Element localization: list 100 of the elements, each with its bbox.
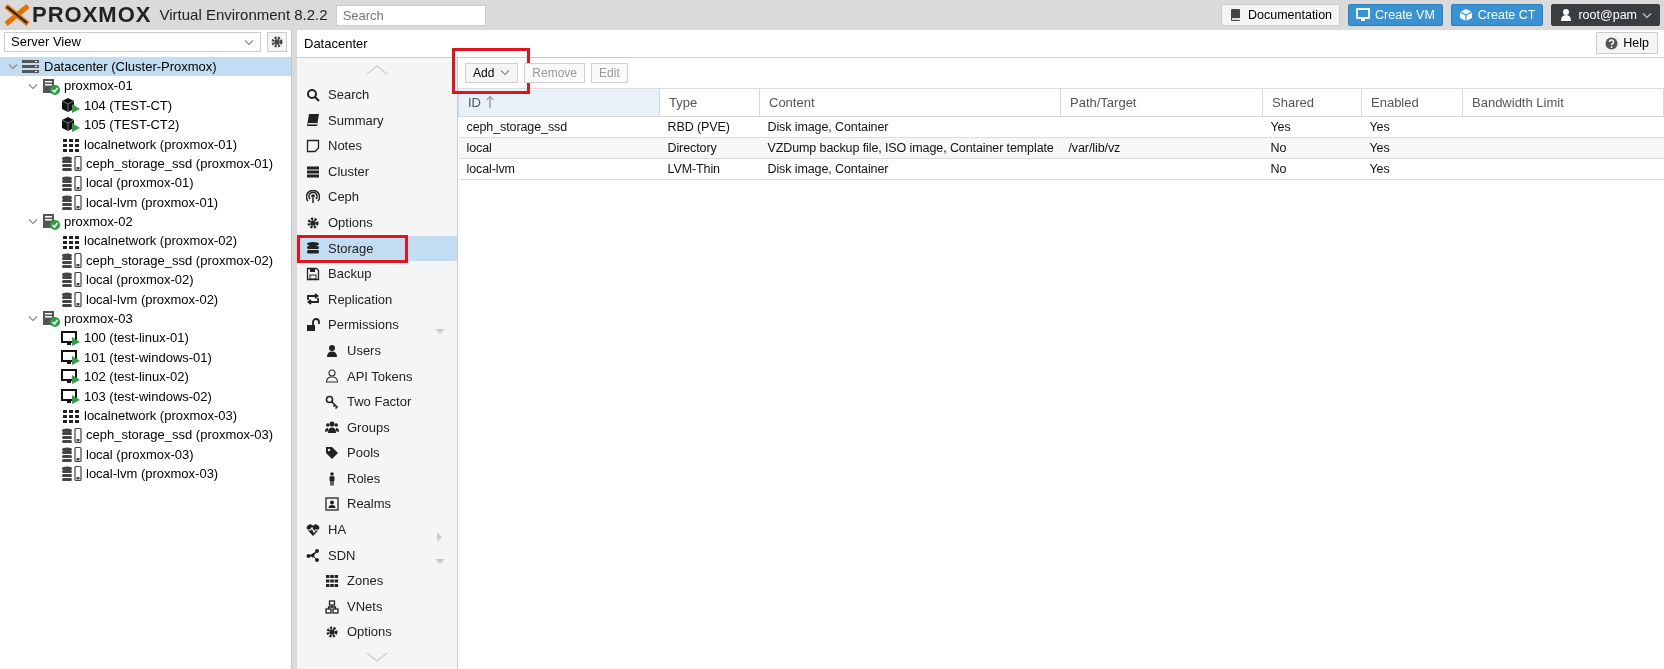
cube-play-icon (61, 96, 81, 114)
users-icon (325, 420, 339, 435)
tree-item[interactable]: localnetwork (proxmox-01) (0, 134, 291, 154)
caret-icon (28, 315, 38, 323)
monitor-icon (1356, 8, 1371, 22)
nav-item[interactable]: Zones (297, 568, 457, 594)
gear-icon (325, 625, 339, 640)
tree-item[interactable]: 103 (test-windows-02) (0, 386, 291, 407)
database-drive-icon (61, 446, 83, 463)
tree-item[interactable]: proxmox-03 (0, 309, 291, 329)
monitor-play-icon (61, 387, 81, 405)
table-cell: Yes (1369, 162, 1390, 177)
search-icon (306, 87, 320, 102)
product-name: Virtual Environment 8.2.2 (159, 4, 328, 25)
search-field[interactable]: Search (335, 4, 486, 26)
nodes-icon (306, 548, 320, 563)
logo-text: PROXMOX (32, 4, 152, 26)
nav-item[interactable]: Cluster (297, 158, 457, 185)
nav-item[interactable]: Roles (297, 465, 457, 492)
nav-item[interactable]: HA (297, 517, 457, 543)
nav-item[interactable]: Realms (297, 491, 457, 518)
tree-item[interactable]: local (proxmox-01) (0, 173, 291, 193)
tree-item[interactable]: Datacenter (Cluster-Proxmox) (0, 57, 291, 77)
server-rack-icon (21, 58, 41, 76)
nav-item[interactable]: Backup (297, 261, 457, 287)
table-cell: Disk image, Container (767, 120, 889, 135)
tree-item[interactable]: ceph_storage_ssd (proxmox-01) (0, 153, 291, 174)
nav-item[interactable]: SDN (297, 542, 457, 569)
database-icon (306, 241, 320, 256)
tree-item[interactable]: localnetwork (proxmox-02) (0, 231, 291, 251)
tree-item[interactable]: localnetwork (proxmox-03) (0, 406, 291, 426)
nav-item[interactable]: VNets (297, 593, 457, 620)
tree-item[interactable]: proxmox-01 (0, 76, 291, 96)
tree-item[interactable]: local-lvm (proxmox-02) (0, 289, 291, 310)
column-header[interactable]: Path/Target (1060, 88, 1263, 117)
nav-item[interactable]: Options (297, 619, 457, 645)
grid-icon (61, 407, 81, 425)
database-drive-icon (61, 271, 83, 289)
tree-item[interactable]: 100 (test-linux-01) (0, 328, 291, 348)
nav-item[interactable]: Options (297, 209, 457, 236)
gear-icon (306, 215, 320, 230)
user-outline-icon (325, 369, 339, 384)
sort-ascending-icon (485, 94, 495, 109)
panel-title: Datacenter (304, 34, 368, 53)
nav-item[interactable]: API Tokens (297, 363, 457, 390)
help-button[interactable]: Help (1596, 32, 1658, 55)
user-icon (1559, 8, 1574, 22)
nav-item[interactable]: Storage (297, 235, 457, 262)
nav-item[interactable]: Ceph (297, 184, 457, 210)
tree-item[interactable]: ceph_storage_ssd (proxmox-02) (0, 250, 291, 271)
note-icon (306, 138, 320, 153)
table-cell: No (1270, 141, 1287, 156)
table-cell: RBD (PVE) (667, 120, 730, 135)
nav-item[interactable]: Permissions (297, 312, 457, 338)
view-select[interactable]: Server View (4, 32, 261, 52)
nav-item[interactable]: Groups (297, 414, 457, 441)
tree-item[interactable]: 101 (test-windows-01) (0, 347, 291, 368)
nav-item[interactable]: Pools (297, 440, 457, 466)
toolbar-button[interactable]: Add (465, 62, 519, 83)
tree-item[interactable]: local (proxmox-02) (0, 270, 291, 290)
nav-item[interactable]: Notes (297, 133, 457, 159)
column-header[interactable]: Shared (1262, 88, 1362, 117)
toolbar-button[interactable]: Documentation (1220, 4, 1341, 26)
column-header[interactable]: Enabled (1361, 88, 1463, 117)
table-cell: Yes (1369, 120, 1390, 135)
nav-item[interactable]: Users (297, 337, 457, 364)
id-card-icon (325, 497, 339, 512)
tree-item[interactable]: 102 (test-linux-02) (0, 367, 291, 387)
signal-icon (306, 190, 320, 205)
cube-icon (1458, 8, 1473, 22)
tree-item[interactable]: local (proxmox-03) (0, 444, 291, 465)
tree-item[interactable]: 104 (TEST-CT) (0, 95, 291, 116)
help-icon (1605, 36, 1619, 50)
table-cell: ceph_storage_ssd (466, 120, 568, 135)
database-drive-icon (61, 465, 83, 483)
monitor-play-icon (61, 329, 81, 347)
user-menu-button[interactable]: root@pam (1551, 4, 1660, 26)
server-check-icon (41, 77, 61, 95)
tree-item[interactable]: local-lvm (proxmox-03) (0, 464, 291, 484)
network-icon (325, 599, 339, 614)
tree-item[interactable]: proxmox-02 (0, 212, 291, 232)
database-drive-icon (61, 193, 83, 211)
nav-item[interactable]: Summary (297, 107, 457, 134)
padlock-icon (306, 318, 320, 333)
database-drive-icon (61, 252, 83, 270)
settings-button[interactable] (267, 32, 287, 52)
heartbeat-icon (306, 522, 320, 537)
tree-item[interactable]: 105 (TEST-CT2) (0, 115, 291, 135)
nav-item[interactable]: Search (297, 81, 457, 108)
column-header[interactable]: Content (759, 88, 1061, 117)
nav-item[interactable]: Two Factor (297, 389, 457, 415)
column-header[interactable]: ID (458, 88, 660, 117)
server-check-icon (41, 310, 61, 328)
column-header[interactable]: Bandwidth Limit (1462, 88, 1664, 117)
column-header[interactable]: Type (659, 88, 760, 117)
tree-item[interactable]: ceph_storage_ssd (proxmox-03) (0, 425, 291, 445)
caret-icon (28, 82, 38, 90)
tree-item[interactable]: local-lvm (proxmox-01) (0, 192, 291, 213)
settings-icon (271, 36, 283, 48)
nav-item[interactable]: Replication (297, 286, 457, 313)
